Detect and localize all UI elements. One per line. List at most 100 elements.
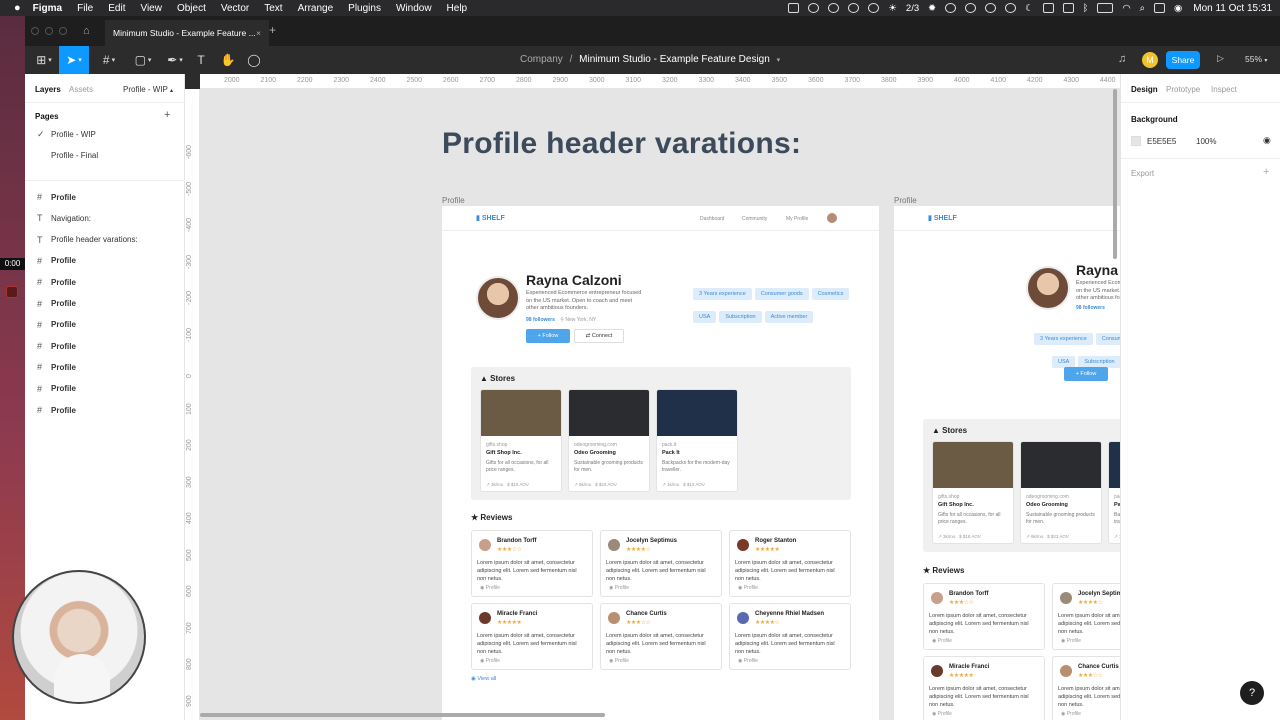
new-tab-icon[interactable]: +: [269, 23, 276, 37]
text-tool-icon[interactable]: T: [191, 46, 211, 74]
nav-avatar[interactable]: [827, 213, 837, 223]
menu-object[interactable]: Object: [177, 3, 206, 14]
review-profile-link[interactable]: ◉ Profile: [480, 658, 500, 664]
wifi-icon[interactable]: ◠: [1122, 3, 1130, 14]
status-icon-6[interactable]: [945, 3, 957, 13]
minimize-window-button[interactable]: [45, 27, 53, 35]
review-card[interactable]: Cheyenne Rhiel Madsen ★★★★☆ Lorem ipsum do…: [729, 603, 851, 670]
review-card[interactable]: Jocelyn Septimus ★★★★☆ Lorem ipsum dolor s…: [1052, 583, 1120, 650]
record-stop-icon[interactable]: [6, 286, 18, 298]
review-card[interactable]: Chance Curtis ★★★☆☆ Lorem ipsum dolor sit …: [1052, 656, 1120, 720]
apple-icon[interactable]: ●: [14, 2, 21, 14]
add-page-icon[interactable]: +: [164, 109, 170, 121]
siri-icon[interactable]: ◉: [1174, 3, 1182, 14]
control-center-icon[interactable]: [1153, 3, 1165, 13]
layer-item[interactable]: # Profile: [25, 251, 185, 271]
menu-arrange[interactable]: Arrange: [298, 3, 334, 14]
layer-item[interactable]: # Profile: [25, 315, 185, 335]
menu-help[interactable]: Help: [447, 3, 468, 14]
search-icon[interactable]: ⌕: [1140, 3, 1145, 14]
menu-text[interactable]: Text: [264, 3, 282, 14]
menu-vector[interactable]: Vector: [221, 3, 249, 14]
page-item[interactable]: Profile - Final: [25, 145, 185, 165]
battery-icon[interactable]: [1097, 3, 1114, 13]
layer-item[interactable]: # Profile: [25, 400, 185, 420]
page-item[interactable]: ✓ Profile - WIP: [25, 124, 185, 144]
followers-count[interactable]: 98 followers: [1076, 305, 1105, 311]
menu-plugins[interactable]: Plugins: [348, 3, 381, 14]
file-name[interactable]: Minimum Studio - Example Feature Design: [579, 54, 770, 65]
review-profile-link[interactable]: ◉ Profile: [738, 585, 758, 591]
home-icon[interactable]: ⌂: [83, 25, 90, 37]
follow-button[interactable]: + Follow: [1064, 367, 1108, 381]
vertical-scrollbar[interactable]: [1113, 89, 1117, 259]
review-profile-link[interactable]: ◉ Profile: [1061, 711, 1081, 717]
status-icon-1[interactable]: [788, 3, 800, 13]
horizontal-scrollbar[interactable]: [200, 713, 605, 717]
tab-assets[interactable]: Assets: [69, 85, 93, 94]
file-tab[interactable]: Minimum Studio - Example Feature ... ×: [105, 20, 269, 46]
store-card[interactable]: gifts.shop Gift Shop Inc. Gifts for all oc…: [932, 441, 1014, 544]
review-card[interactable]: Jocelyn Septimus ★★★★☆ Lorem ipsum dolor s…: [600, 530, 722, 597]
follow-button[interactable]: + Follow: [526, 329, 570, 343]
store-card[interactable]: odeogrooming.com Odeo Grooming Sustainable…: [568, 389, 650, 492]
frame-label-2[interactable]: Profile: [894, 196, 917, 205]
review-profile-link[interactable]: ◉ Profile: [932, 638, 952, 644]
status-icon-9[interactable]: [1042, 3, 1054, 13]
canvas[interactable]: Profile header varations: Profile Profil…: [200, 89, 1120, 720]
layer-item[interactable]: # Profile: [25, 357, 185, 377]
review-card[interactable]: Miracle Franci ★★★★★ Lorem ipsum dolor sit…: [923, 656, 1045, 720]
review-profile-link[interactable]: ◉ Profile: [480, 585, 500, 591]
status-icon-8[interactable]: [1005, 3, 1017, 13]
main-menu-icon[interactable]: ⊞ ▾: [31, 46, 57, 74]
share-button[interactable]: Share: [1166, 51, 1200, 69]
connect-button[interactable]: ⇄ Connect: [574, 329, 624, 343]
eye-icon[interactable]: ◉: [1263, 135, 1271, 146]
store-card[interactable]: pack.itPack ItBackpacks for the modern-d…: [1108, 441, 1120, 544]
tab-prototype[interactable]: Prototype: [1166, 85, 1200, 94]
background-hex-input[interactable]: E5E5E5: [1147, 137, 1176, 146]
followers-count[interactable]: 98 followers: [526, 317, 555, 323]
status-icon-4[interactable]: [848, 3, 860, 13]
nav-dashboard[interactable]: Dashboard: [700, 216, 724, 222]
brightness-icon[interactable]: ☀: [888, 3, 897, 14]
layer-item[interactable]: # Profile: [25, 336, 185, 356]
tab-layers[interactable]: Layers: [35, 85, 61, 94]
review-profile-link[interactable]: ◉ Profile: [609, 658, 629, 664]
layer-item[interactable]: # Profile: [25, 294, 185, 314]
review-profile-link[interactable]: ◉ Profile: [1061, 638, 1081, 644]
review-card[interactable]: Miracle Franci ★★★★★ Lorem ipsum dolor sit…: [471, 603, 593, 670]
review-profile-link[interactable]: ◉ Profile: [738, 658, 758, 664]
review-card[interactable]: Brandon Torff ★★★☆☆ Lorem ipsum dolor sit …: [923, 583, 1045, 650]
review-card[interactable]: Brandon Torff ★★★☆☆ Lorem ipsum dolor sit …: [471, 530, 593, 597]
menu-view[interactable]: View: [140, 3, 162, 14]
gear-icon[interactable]: ✹: [928, 3, 936, 14]
menu-file[interactable]: File: [77, 3, 93, 14]
status-icon-2[interactable]: [808, 3, 820, 13]
background-opacity-input[interactable]: 100%: [1196, 137, 1216, 146]
status-icon-10[interactable]: [1062, 3, 1074, 13]
pen-tool-icon[interactable]: ✒ ▾: [161, 46, 189, 74]
nav-my-profile[interactable]: My Profile: [786, 216, 808, 222]
layer-item[interactable]: # Profile: [25, 187, 185, 207]
clock-datetime[interactable]: Mon 11 Oct 15:31: [1193, 3, 1272, 14]
background-swatch[interactable]: [1131, 136, 1141, 146]
layer-item[interactable]: # Profile: [25, 272, 185, 292]
tab-design[interactable]: Design: [1131, 85, 1158, 94]
page-switcher[interactable]: Profile - WIP ▴: [123, 85, 173, 94]
nav-community[interactable]: Community: [742, 216, 767, 222]
menu-window[interactable]: Window: [396, 3, 432, 14]
add-export-icon[interactable]: +: [1263, 166, 1269, 178]
close-tab-icon[interactable]: ×: [256, 28, 261, 38]
zoom-level[interactable]: 55% ▾: [1245, 54, 1267, 64]
status-icon-7[interactable]: [985, 3, 997, 13]
layer-item[interactable]: T Profile header varations:: [25, 230, 185, 250]
close-window-button[interactable]: [31, 27, 39, 35]
hand-tool-icon[interactable]: ✋: [217, 46, 239, 74]
profile-frame-1[interactable]: ▮ SHELF Dashboard Community My Profile R…: [442, 206, 879, 720]
store-card[interactable]: pack.itPack ItBackpacks for the modern-d…: [656, 389, 738, 492]
review-card[interactable]: Roger Stanton ★★★★★ Lorem ipsum dolor sit …: [729, 530, 851, 597]
status-icon-3[interactable]: [828, 3, 840, 13]
heading-text[interactable]: Profile header varations:: [442, 127, 801, 161]
view-all-link[interactable]: ◉ View all: [471, 676, 496, 682]
